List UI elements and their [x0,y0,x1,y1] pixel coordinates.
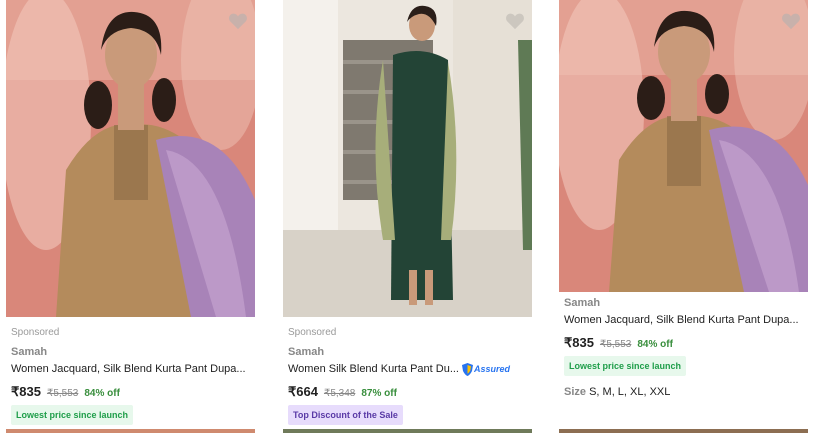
wishlist-button[interactable] [504,10,526,32]
size-label: Size [564,386,587,398]
product-card[interactable]: Samah Women Jacquard, Silk Blend Kurta P… [559,0,808,398]
product-price: ₹664 [288,384,318,399]
heart-icon [506,13,524,30]
offer-badge: Top Discount of the Sale [288,405,403,425]
next-product-image[interactable] [559,429,808,433]
product-title[interactable]: Women Jacquard, Silk Blend Kurta Pant Du… [11,362,250,376]
offer-badge: Lowest price since launch [564,356,687,376]
product-card[interactable]: Sponsored Samah Women Jacquard, Silk Ble… [6,0,255,425]
product-title-text: Women Jacquard, Silk Blend Kurta Pant Du… [11,363,246,375]
product-title-text: Women Jacquard, Silk Blend Kurta Pant Du… [564,314,799,326]
assured-text: Assured [474,364,511,374]
product-card[interactable]: Sponsored Samah Women Silk Blend Kurta P… [283,0,532,425]
product-image[interactable] [559,0,808,292]
assured-badge: Assured [462,362,510,376]
size-values: S, M, L, XL, XXL [589,386,671,398]
size-options: Size S, M, L, XL, XXL [564,386,803,398]
product-discount: 84% off [84,388,120,399]
next-product-image[interactable] [283,429,532,433]
heart-icon [782,13,800,30]
price-row: ₹835 ₹5,553 84% off [11,384,250,400]
product-price: ₹835 [564,335,594,350]
product-mrp: ₹5,553 [46,388,79,399]
price-row: ₹835 ₹5,553 84% off [564,335,803,351]
sponsored-label: Sponsored [11,327,60,338]
sponsored-label: Sponsored [288,327,337,338]
product-brand: Samah [564,297,601,309]
product-image[interactable] [6,0,255,317]
product-title[interactable]: Women Jacquard, Silk Blend Kurta Pant Du… [564,313,803,327]
offer-badge: Lowest price since launch [11,405,134,425]
assured-shield-icon [462,362,473,376]
product-image[interactable] [283,0,532,317]
wishlist-button[interactable] [780,10,802,32]
next-product-image[interactable] [6,429,255,433]
heart-icon [229,13,247,30]
wishlist-button[interactable] [227,10,249,32]
product-title[interactable]: Women Silk Blend Kurta Pant Du... Assure… [288,362,527,376]
product-discount: 87% off [361,388,397,399]
product-discount: 84% off [637,339,673,350]
price-row: ₹664 ₹5,348 87% off [288,384,527,400]
product-mrp: ₹5,348 [323,388,356,399]
product-brand: Samah [11,346,48,358]
product-mrp: ₹5,553 [599,339,632,350]
product-price: ₹835 [11,384,41,399]
product-brand: Samah [288,346,325,358]
product-title-text: Women Silk Blend Kurta Pant Du... [288,363,459,375]
